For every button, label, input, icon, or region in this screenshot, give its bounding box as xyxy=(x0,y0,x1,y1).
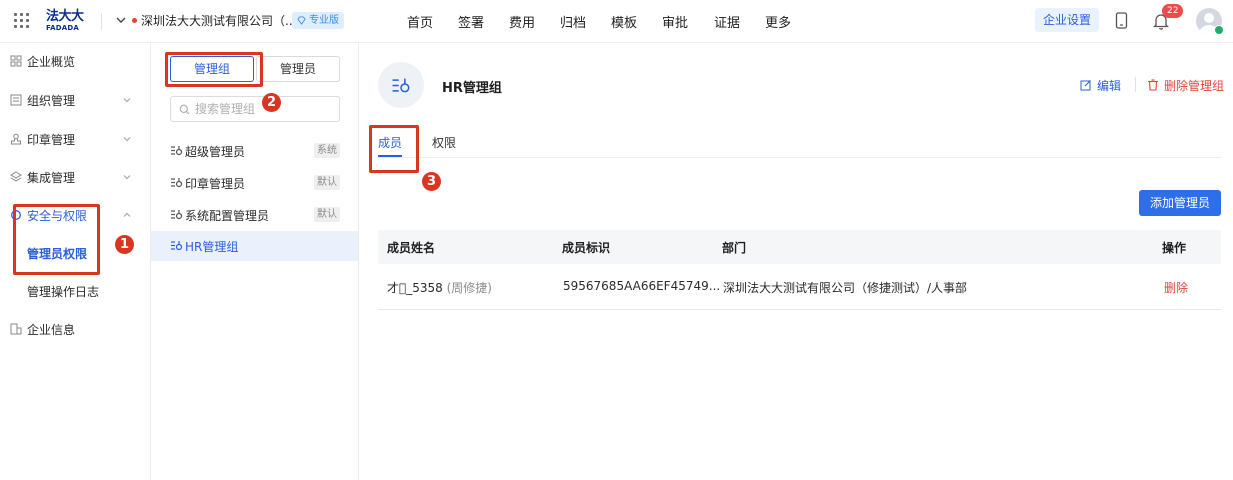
tab-admins[interactable]: 管理员 xyxy=(256,56,340,82)
sidebar-item-overview[interactable]: 企业概览 xyxy=(0,52,150,72)
group-title: HR管理组 xyxy=(442,81,502,96)
system-tag: 系统 xyxy=(314,143,340,158)
sidebar-item-integration[interactable]: 集成管理 xyxy=(0,168,150,188)
nav-home[interactable]: 首页 xyxy=(407,12,433,31)
tab-permissions[interactable]: 权限 xyxy=(432,134,456,151)
column-actions: 操作 xyxy=(1162,241,1187,255)
trash-icon xyxy=(1148,79,1158,91)
annotation-badge-1: 1 xyxy=(115,235,134,254)
nav-evidence[interactable]: 证据 xyxy=(714,12,740,31)
chevron-down-icon xyxy=(123,137,131,142)
verified-check-icon xyxy=(1214,25,1224,35)
action-divider xyxy=(1135,77,1136,92)
group-avatar xyxy=(378,62,424,108)
nav-fees[interactable]: 费用 xyxy=(509,12,535,31)
admin-group-icon xyxy=(171,178,183,188)
annotation-box-3 xyxy=(369,125,419,173)
edit-group-button[interactable]: 编辑 xyxy=(1080,77,1121,94)
fadada-logo[interactable]: 法大大 FADADA xyxy=(46,10,88,34)
column-member-name: 成员姓名 xyxy=(387,241,436,255)
table-header: 成员姓名 成员标识 部门 操作 xyxy=(378,230,1221,264)
group-item-hr[interactable]: HR管理组 xyxy=(151,231,358,261)
column-department: 部门 xyxy=(722,241,747,255)
admin-group-icon xyxy=(392,78,410,93)
annotation-badge-3: 3 xyxy=(422,172,441,191)
group-item-seal-admin[interactable]: 印章管理员 默认 xyxy=(151,168,358,198)
nav-archive[interactable]: 归档 xyxy=(560,12,586,31)
header-divider xyxy=(101,13,102,30)
group-search[interactable] xyxy=(170,96,340,122)
chevron-down-icon xyxy=(123,98,131,103)
member-department: 深圳法大大测试有限公司（修捷测试）/人事部 xyxy=(723,281,968,295)
member-name: 才 _5358 (周修捷) xyxy=(387,281,492,295)
annotation-badge-2: 2 xyxy=(262,93,281,112)
annotation-box-2 xyxy=(165,52,263,87)
app-grid-icon[interactable] xyxy=(14,13,30,29)
org-status-dot xyxy=(132,18,137,23)
add-admin-button[interactable]: 添加管理员 xyxy=(1139,190,1221,216)
group-item-system-config-admin[interactable]: 系统配置管理员 默认 xyxy=(151,200,358,230)
column-member-id: 成员标识 xyxy=(562,241,611,255)
admin-groups-panel: 管理组 管理员 超级管理员 系统 印章管理员 默认 系统配置管理员 默认 HR管… xyxy=(151,44,359,480)
group-item-super-admin[interactable]: 超级管理员 系统 xyxy=(151,136,358,166)
admin-group-icon xyxy=(171,146,183,156)
member-id: 59567685AA66EF45749... xyxy=(563,279,721,293)
seal-icon xyxy=(11,133,21,145)
edit-icon xyxy=(1080,80,1091,91)
diamond-icon xyxy=(297,16,306,25)
top-bar: 法大大 FADADA 深圳法大大测试有限公司（... 专业版 首页 签署 费用 … xyxy=(0,0,1233,43)
layers-icon xyxy=(10,171,22,182)
chevron-down-icon[interactable] xyxy=(115,14,127,26)
admin-group-icon xyxy=(171,241,183,251)
sidebar-item-seals[interactable]: 印章管理 xyxy=(0,130,150,150)
org-switcher[interactable]: 深圳法大大测试有限公司（... xyxy=(141,12,296,29)
nav-sign[interactable]: 签署 xyxy=(458,12,484,31)
nav-more[interactable]: 更多 xyxy=(765,12,791,31)
enterprise-settings-button[interactable]: 企业设置 xyxy=(1035,8,1099,32)
notification-count-badge: 22 xyxy=(1162,4,1184,18)
building-icon xyxy=(10,323,22,335)
group-detail: HR管理组 编辑 删除管理组 成员 权限 添加管理员 成员姓名 成员标识 部门 … xyxy=(359,44,1233,480)
organization-icon xyxy=(10,94,22,106)
chevron-down-icon xyxy=(123,175,131,180)
sidebar-item-enterprise-info[interactable]: 企业信息 xyxy=(0,320,150,340)
delete-member-link[interactable]: 删除 xyxy=(1164,279,1188,296)
default-tag: 默认 xyxy=(314,175,340,190)
chevron-up-icon xyxy=(123,212,131,217)
nav-templates[interactable]: 模板 xyxy=(611,12,637,31)
mobile-icon[interactable] xyxy=(1115,12,1128,29)
table-row: 才 _5358 (周修捷) 59567685AA66EF45749... 深圳法… xyxy=(378,264,1221,310)
annotation-box-1 xyxy=(13,204,100,275)
dashboard-icon xyxy=(10,55,22,67)
search-icon xyxy=(179,104,190,115)
tabs-divider xyxy=(378,157,1221,158)
sidebar-item-organization[interactable]: 组织管理 xyxy=(0,91,150,111)
nav-approval[interactable]: 审批 xyxy=(662,12,688,31)
delete-group-button[interactable]: 删除管理组 xyxy=(1147,77,1224,94)
default-tag: 默认 xyxy=(314,207,340,222)
sidebar-subitem-operation-logs[interactable]: 管理操作日志 xyxy=(0,282,150,302)
admin-group-icon xyxy=(171,210,183,220)
pro-edition-badge: 专业版 xyxy=(292,12,344,29)
